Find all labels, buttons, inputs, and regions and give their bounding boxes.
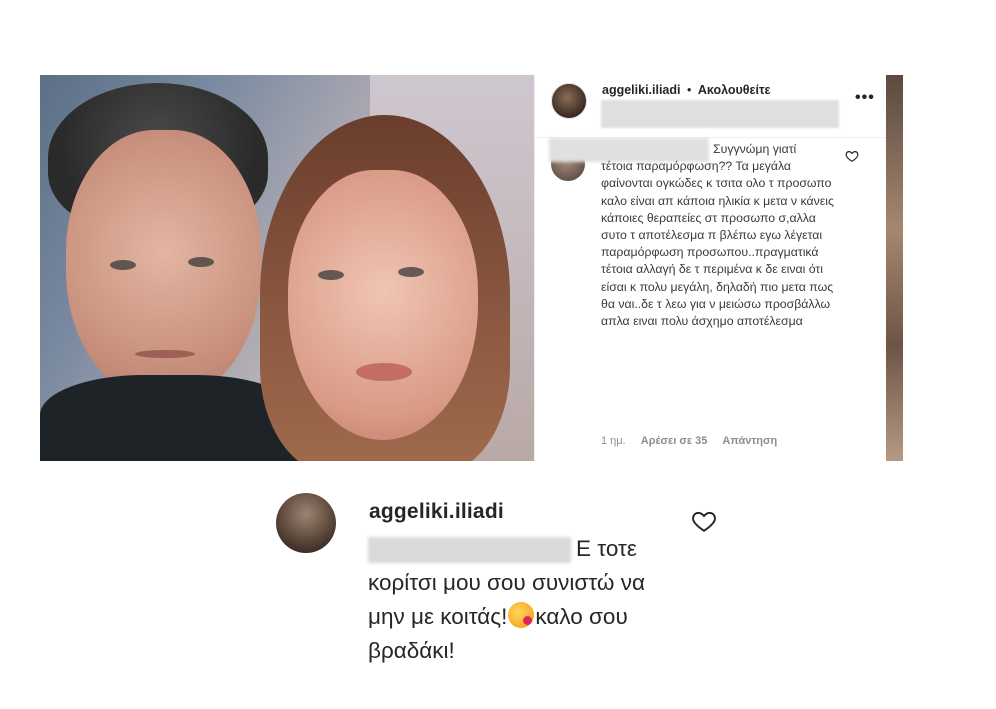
username-link[interactable]: aggeliki.iliadi <box>602 83 681 97</box>
comments-panel: aggeliki.iliadi • Ακολουθείτε ••• Συγγνώ… <box>534 75 887 461</box>
comment-likes[interactable]: Αρέσει σε 35 <box>641 435 708 447</box>
comment-text: Συγγνώμη γιατί τέτοια παραμόρφωση?? Τα μ… <box>601 141 845 330</box>
post-photo[interactable] <box>40 75 534 461</box>
next-post-strip <box>886 75 903 461</box>
avatar[interactable] <box>551 83 587 119</box>
comment-meta: 1 ημ. Αρέσει σε 35 Απάντηση <box>601 435 789 447</box>
comment-body: τέτοια παραμόρφωση?? Τα μεγάλα φαίνονται… <box>601 159 834 329</box>
photo-eye <box>110 260 136 270</box>
photo-eye <box>188 257 214 267</box>
photo-man-face <box>66 130 261 400</box>
follow-status[interactable]: Ακολουθείτε <box>698 83 771 97</box>
photo-mouth <box>135 350 195 358</box>
instagram-post: aggeliki.iliadi • Ακολουθείτε ••• Συγγνώ… <box>40 75 903 461</box>
reply-text: Ε τοτε κορίτσι μου σου συνιστώ να μην με… <box>368 532 668 668</box>
reply-comment: aggeliki.iliadi Ε τοτε κορίτσι μου σου σ… <box>276 480 726 706</box>
photo-woman-face <box>288 170 478 440</box>
reply-username[interactable]: aggeliki.iliadi <box>369 500 504 524</box>
reply-button[interactable]: Απάντηση <box>722 435 777 447</box>
redacted-location <box>601 100 839 128</box>
reply-first-line: Ε τοτε <box>576 536 637 561</box>
separator-dot: • <box>686 83 692 97</box>
avatar[interactable] <box>276 493 336 553</box>
like-heart-icon[interactable] <box>845 149 859 163</box>
kiss-face-emoji-icon <box>508 602 535 628</box>
post-header-user: aggeliki.iliadi • Ακολουθείτε <box>602 83 770 97</box>
photo-eye <box>318 270 344 280</box>
photo-eye <box>398 267 424 277</box>
like-heart-icon[interactable] <box>691 508 717 534</box>
comment-time: 1 ημ. <box>601 435 626 447</box>
comment-first-line: Συγγνώμη γιατί <box>713 142 797 156</box>
post-header: aggeliki.iliadi • Ακολουθείτε ••• <box>535 75 887 138</box>
more-options-icon[interactable]: ••• <box>855 89 875 107</box>
photo-lips <box>356 363 412 381</box>
